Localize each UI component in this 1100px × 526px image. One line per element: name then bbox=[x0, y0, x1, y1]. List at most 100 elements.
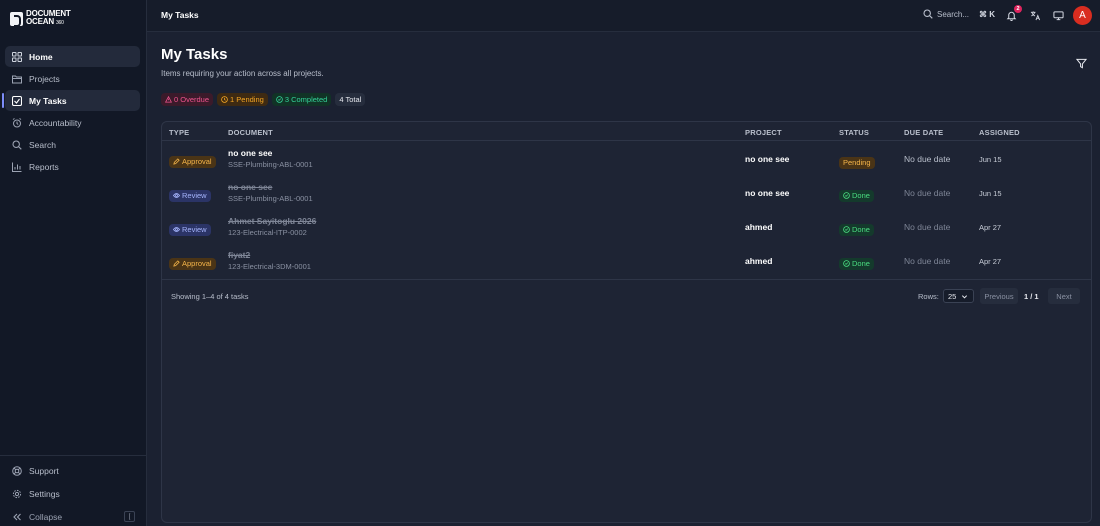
sidebar-item-home[interactable]: Home bbox=[5, 46, 140, 67]
search-icon bbox=[923, 9, 933, 19]
sidebar: DOCUMENT OCEAN 360 Home Projects My Task… bbox=[0, 0, 147, 526]
check-circle-icon bbox=[276, 96, 283, 103]
sidebar-item-projects[interactable]: Projects bbox=[5, 68, 140, 89]
sidebar-item-label: Projects bbox=[29, 73, 60, 84]
document-title[interactable]: no one see bbox=[228, 148, 313, 158]
sidebar-item-settings[interactable]: Settings bbox=[5, 483, 140, 505]
next-page-button[interactable]: Next bbox=[1048, 288, 1080, 304]
filter-icon bbox=[1075, 58, 1088, 69]
document-code: SSE-Plumbing-ABL-0001 bbox=[228, 194, 313, 203]
sidebar-item-label: Search bbox=[29, 139, 56, 150]
due-date: No due date bbox=[904, 222, 951, 232]
assigned-date: Jun 15 bbox=[979, 189, 1002, 198]
grid-icon bbox=[12, 51, 22, 62]
chevron-down-icon bbox=[962, 294, 968, 298]
column-header-assigned: ASSIGNED bbox=[979, 128, 1020, 137]
sidebar-nav: Home Projects My Tasks Accountability Se… bbox=[2, 46, 140, 178]
sidebar-item-my-tasks[interactable]: My Tasks bbox=[2, 90, 140, 111]
assigned-date: Apr 27 bbox=[979, 223, 1002, 232]
due-date: No due date bbox=[904, 154, 951, 164]
search-shortcut: ⌘ K bbox=[979, 9, 996, 19]
filter-button[interactable] bbox=[1075, 56, 1088, 69]
search-label: Search... bbox=[937, 9, 970, 19]
sidebar-item-label: Home bbox=[29, 51, 53, 62]
global-search-button[interactable]: Search... ⌘ K bbox=[923, 9, 995, 19]
eye-icon bbox=[173, 193, 180, 198]
gear-icon bbox=[12, 489, 22, 499]
table-footer: Showing 1–4 of 4 tasks Rows: 25 Previous… bbox=[162, 279, 1091, 311]
sidebar-item-label: Settings bbox=[29, 489, 60, 499]
collapse-shortcut: [ bbox=[124, 511, 135, 522]
overdue-pill[interactable]: 0 Overdue bbox=[161, 93, 214, 106]
tasks-table: TYPE DOCUMENT PROJECT STATUS DUE DATE AS… bbox=[161, 121, 1092, 523]
notification-count-badge: 2 bbox=[1014, 5, 1022, 13]
summary-pills: 0 Overdue 1 Pending 3 Completed 4 Total bbox=[161, 93, 366, 106]
status-badge: Done bbox=[839, 257, 874, 270]
document-code: 123-Electrical-3DM-0001 bbox=[228, 262, 311, 271]
column-header-type: TYPE bbox=[169, 128, 190, 137]
logo-icon bbox=[10, 11, 23, 27]
check-circle-icon bbox=[843, 260, 850, 267]
page-subtitle: Items requiring your action across all p… bbox=[161, 69, 324, 78]
results-count: Showing 1–4 of 4 tasks bbox=[171, 292, 249, 301]
check-circle-icon bbox=[843, 192, 850, 199]
search-icon bbox=[12, 139, 22, 150]
sidebar-item-reports[interactable]: Reports bbox=[5, 156, 140, 177]
sidebar-item-label: My Tasks bbox=[29, 95, 67, 106]
document-title[interactable]: Ahmet Sayitoglu 2026 bbox=[228, 216, 316, 226]
document-code: 123-Electrical-ITP-0002 bbox=[228, 228, 307, 237]
sidebar-item-support[interactable]: Support bbox=[5, 460, 140, 482]
translate-icon bbox=[1030, 11, 1041, 21]
sidebar-item-label: Accountability bbox=[29, 117, 82, 128]
column-header-project: PROJECT bbox=[745, 128, 782, 137]
display-button[interactable] bbox=[1052, 9, 1065, 22]
clock-icon bbox=[221, 96, 228, 103]
table-row[interactable]: Approval no one see SSE-Plumbing-ABL-000… bbox=[162, 142, 1091, 176]
lifebuoy-icon bbox=[12, 466, 22, 476]
pending-pill[interactable]: 1 Pending bbox=[217, 93, 268, 106]
monitor-icon bbox=[1053, 11, 1064, 21]
app-logo[interactable]: DOCUMENT OCEAN 360 bbox=[10, 10, 71, 27]
sidebar-item-label: Support bbox=[29, 466, 59, 476]
table-row[interactable]: Approval fiyat2 123-Electrical-3DM-0001 … bbox=[162, 244, 1091, 278]
sidebar-collapse-button[interactable]: Collapse [ bbox=[5, 507, 140, 526]
chevrons-left-icon bbox=[12, 512, 22, 522]
language-button[interactable] bbox=[1029, 9, 1042, 22]
eye-icon bbox=[173, 227, 180, 232]
assigned-date: Jun 15 bbox=[979, 155, 1002, 164]
avatar[interactable]: A bbox=[1073, 6, 1092, 25]
type-badge-approval: Approval bbox=[169, 257, 216, 270]
project-name: no one see bbox=[745, 154, 790, 164]
collapse-label: Collapse bbox=[29, 512, 63, 522]
warning-icon bbox=[165, 96, 172, 103]
logo-360: 360 bbox=[55, 20, 64, 26]
sidebar-item-accountability[interactable]: Accountability bbox=[5, 112, 140, 133]
sidebar-item-label: Reports bbox=[29, 161, 59, 172]
table-row[interactable]: Review no one see SSE-Plumbing-ABL-0001 … bbox=[162, 176, 1091, 210]
project-name: no one see bbox=[745, 188, 790, 198]
previous-page-button[interactable]: Previous bbox=[980, 288, 1018, 304]
pencil-icon bbox=[173, 158, 180, 165]
notifications-button[interactable]: 2 bbox=[1005, 5, 1022, 22]
project-name: ahmed bbox=[745, 222, 773, 232]
assigned-date: Apr 27 bbox=[979, 257, 1002, 266]
document-title[interactable]: fiyat2 bbox=[228, 250, 311, 260]
rows-per-page-select[interactable]: 25 bbox=[943, 289, 974, 303]
sidebar-bottom-nav: Support Settings bbox=[5, 460, 140, 506]
column-header-due-date: DUE DATE bbox=[904, 128, 944, 137]
type-badge-review: Review bbox=[169, 223, 211, 236]
status-badge: Done bbox=[839, 223, 874, 236]
pencil-icon bbox=[173, 260, 180, 267]
completed-pill[interactable]: 3 Completed bbox=[271, 93, 332, 106]
total-pill: 4 Total bbox=[335, 93, 366, 106]
top-bar: My Tasks Search... ⌘ K 2 A bbox=[147, 0, 1100, 32]
table-row[interactable]: Review Ahmet Sayitoglu 2026 123-Electric… bbox=[162, 210, 1091, 244]
type-badge-approval: Approval bbox=[169, 155, 216, 168]
sidebar-item-search[interactable]: Search bbox=[5, 134, 140, 155]
document-title[interactable]: no one see bbox=[228, 182, 313, 192]
status-badge: Pending bbox=[839, 156, 875, 169]
folder-icon bbox=[12, 74, 22, 84]
status-badge: Done bbox=[839, 189, 874, 202]
check-circle-icon bbox=[843, 226, 850, 233]
project-name: ahmed bbox=[745, 256, 773, 266]
